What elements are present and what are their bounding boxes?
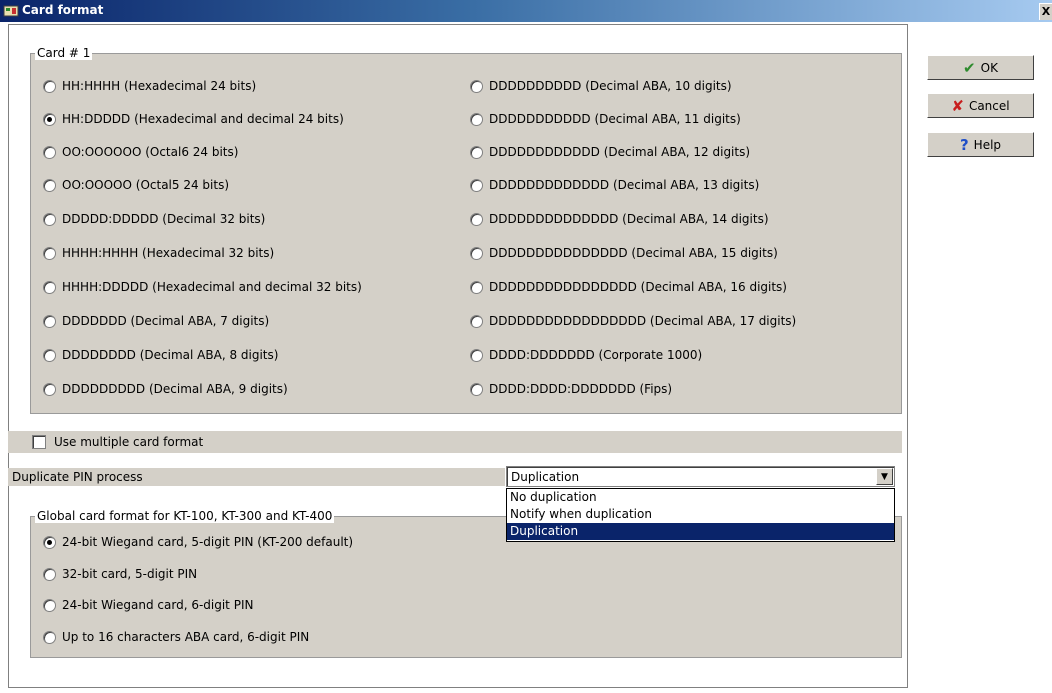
radio-button[interactable]: [43, 79, 56, 93]
ok-label: OK: [980, 60, 998, 75]
dropdown-arrow-icon[interactable]: ▼: [876, 468, 893, 485]
checkmark-icon: ✔: [963, 58, 976, 77]
radio-button[interactable]: [43, 212, 56, 226]
radio-option[interactable]: DDDD:DDDDDDD (Corporate 1000): [470, 346, 702, 364]
radio-button[interactable]: [470, 112, 483, 126]
duplicate-pin-label: Duplicate PIN process: [8, 468, 505, 486]
radio-label: DDDDDDDDDDD (Decimal ABA, 11 digits): [489, 112, 741, 126]
radio-option[interactable]: DDDDDDDDDDDDD (Decimal ABA, 13 digits): [470, 176, 759, 194]
radio-button[interactable]: [470, 145, 483, 159]
radio-button[interactable]: [43, 382, 56, 396]
title-bar: Card format X: [0, 0, 1052, 22]
radio-option[interactable]: 24-bit Wiegand card, 5-digit PIN (KT-200…: [43, 533, 353, 551]
radio-button[interactable]: [43, 630, 56, 644]
radio-button[interactable]: [43, 178, 56, 192]
radio-option[interactable]: DDDDDDDDDD (Decimal ABA, 10 digits): [470, 77, 732, 95]
card-group-legend: Card # 1: [35, 46, 93, 60]
app-icon: [3, 5, 19, 17]
radio-label: Up to 16 characters ABA card, 6-digit PI…: [62, 630, 310, 644]
radio-button-checked[interactable]: [43, 535, 56, 549]
cancel-label: Cancel: [968, 98, 1010, 113]
radio-option[interactable]: DDDDDDDDDDDDDDD (Decimal ABA, 15 digits): [470, 244, 778, 262]
radio-label: 24-bit Wiegand card, 6-digit PIN: [62, 598, 254, 612]
radio-label: HHHH:DDDDD (Hexadecimal and decimal 32 b…: [62, 280, 362, 294]
radio-button[interactable]: [43, 348, 56, 362]
radio-option[interactable]: DDDDDDDDDDDDDDDD (Decimal ABA, 16 digits…: [470, 278, 787, 296]
radio-option[interactable]: HHHH:DDDDD (Hexadecimal and decimal 32 b…: [43, 278, 362, 296]
radio-button[interactable]: [43, 145, 56, 159]
radio-label: DDDDDDDDD (Decimal ABA, 9 digits): [62, 382, 288, 396]
radio-option[interactable]: HH:DDDDD (Hexadecimal and decimal 24 bit…: [43, 110, 344, 128]
radio-option[interactable]: DDDDDDDDDDDD (Decimal ABA, 12 digits): [470, 143, 750, 161]
radio-option[interactable]: DDDDDDDDDDDDDD (Decimal ABA, 14 digits): [470, 210, 769, 228]
radio-label: 32-bit card, 5-digit PIN: [62, 567, 198, 581]
radio-label: DDDDDDD (Decimal ABA, 7 digits): [62, 314, 270, 328]
radio-button[interactable]: [43, 280, 56, 294]
radio-label: DDDDDDDDDDDDDDDD (Decimal ABA, 16 digits…: [489, 280, 787, 294]
radio-button[interactable]: [43, 314, 56, 328]
radio-option[interactable]: 24-bit Wiegand card, 6-digit PIN: [43, 596, 253, 614]
radio-option[interactable]: OO:OOOOO (Octal5 24 bits): [43, 176, 229, 194]
radio-option[interactable]: DDDDDDDDD (Decimal ABA, 9 digits): [43, 380, 288, 398]
radio-button[interactable]: [470, 382, 483, 396]
radio-option[interactable]: DDDDDDDDDDD (Decimal ABA, 11 digits): [470, 110, 741, 128]
radio-label: OO:OOOOO (Octal5 24 bits): [62, 178, 230, 192]
radio-option[interactable]: DDDDDDDD (Decimal ABA, 8 digits): [43, 346, 278, 364]
dropdown-option[interactable]: Notify when duplication: [507, 506, 894, 523]
radio-option[interactable]: DDDDDDD (Decimal ABA, 7 digits): [43, 312, 269, 330]
radio-button[interactable]: [43, 598, 56, 612]
radio-option[interactable]: 32-bit card, 5-digit PIN: [43, 565, 197, 583]
radio-label: DDDD:DDDDDDD (Corporate 1000): [489, 348, 703, 362]
radio-label: HH:DDDDD (Hexadecimal and decimal 24 bit…: [62, 112, 344, 126]
help-label: Help: [973, 137, 1002, 152]
radio-button[interactable]: [470, 178, 483, 192]
radio-button[interactable]: [470, 79, 483, 93]
radio-button[interactable]: [43, 567, 56, 581]
radio-button[interactable]: [470, 280, 483, 294]
radio-label: DDDDDDDDDDDDDDDDD (Decimal ABA, 17 digit…: [489, 314, 797, 328]
radio-label: DDDDDDDD (Decimal ABA, 8 digits): [62, 348, 279, 362]
help-button[interactable]: ? Help: [927, 132, 1034, 157]
radio-button-checked[interactable]: [43, 112, 56, 126]
radio-button[interactable]: [470, 348, 483, 362]
radio-button[interactable]: [470, 246, 483, 260]
dropdown-option-selected[interactable]: Duplication: [507, 523, 894, 540]
radio-label: HHHH:HHHH (Hexadecimal 32 bits): [62, 246, 275, 260]
dropdown-option[interactable]: No duplication: [507, 489, 894, 506]
radio-option[interactable]: HHHH:HHHH (Hexadecimal 32 bits): [43, 244, 274, 262]
duplicate-pin-combo[interactable]: Duplication ▼: [506, 466, 895, 487]
radio-label: DDDDD:DDDDD (Decimal 32 bits): [62, 212, 266, 226]
radio-label: DDDDDDDDDDDDD (Decimal ABA, 13 digits): [489, 178, 760, 192]
radio-label: 24-bit Wiegand card, 5-digit PIN (KT-200…: [62, 535, 354, 549]
multiple-format-label: Use multiple card format: [54, 435, 204, 449]
radio-label: DDDDDDDDDDDDDD (Decimal ABA, 14 digits): [489, 212, 769, 226]
cancel-button[interactable]: ✘ Cancel: [927, 93, 1034, 118]
radio-option[interactable]: DDDDDDDDDDDDDDDDD (Decimal ABA, 17 digit…: [470, 312, 796, 330]
multiple-format-row[interactable]: Use multiple card format: [8, 431, 902, 453]
question-icon: ?: [959, 135, 969, 154]
x-icon: ✘: [951, 96, 964, 115]
radio-option[interactable]: DDDDD:DDDDD (Decimal 32 bits): [43, 210, 265, 228]
radio-label: DDDDDDDDDD (Decimal ABA, 10 digits): [489, 79, 732, 93]
close-button[interactable]: X: [1039, 3, 1052, 20]
radio-option[interactable]: HH:HHHH (Hexadecimal 24 bits): [43, 77, 256, 95]
duplicate-pin-dropdown: No duplication Notify when duplication D…: [506, 488, 895, 542]
radio-label: OO:OOOOOO (Octal6 24 bits): [62, 145, 239, 159]
radio-label: DDDDDDDDDDDDDDD (Decimal ABA, 15 digits): [489, 246, 778, 260]
window-title: Card format: [22, 3, 104, 17]
global-group-legend: Global card format for KT-100, KT-300 an…: [35, 509, 335, 523]
duplicate-pin-value: Duplication: [511, 470, 580, 484]
radio-option[interactable]: Up to 16 characters ABA card, 6-digit PI…: [43, 628, 309, 646]
multiple-format-checkbox[interactable]: [32, 435, 46, 449]
ok-button[interactable]: ✔ OK: [927, 55, 1034, 80]
radio-button[interactable]: [43, 246, 56, 260]
radio-option[interactable]: OO:OOOOOO (Octal6 24 bits): [43, 143, 238, 161]
radio-option[interactable]: DDDD:DDDD:DDDDDDD (Fips): [470, 380, 672, 398]
radio-label: DDDDDDDDDDDD (Decimal ABA, 12 digits): [489, 145, 751, 159]
radio-button[interactable]: [470, 314, 483, 328]
radio-label: DDDD:DDDD:DDDDDDD (Fips): [489, 382, 673, 396]
radio-label: HH:HHHH (Hexadecimal 24 bits): [62, 79, 257, 93]
radio-button[interactable]: [470, 212, 483, 226]
